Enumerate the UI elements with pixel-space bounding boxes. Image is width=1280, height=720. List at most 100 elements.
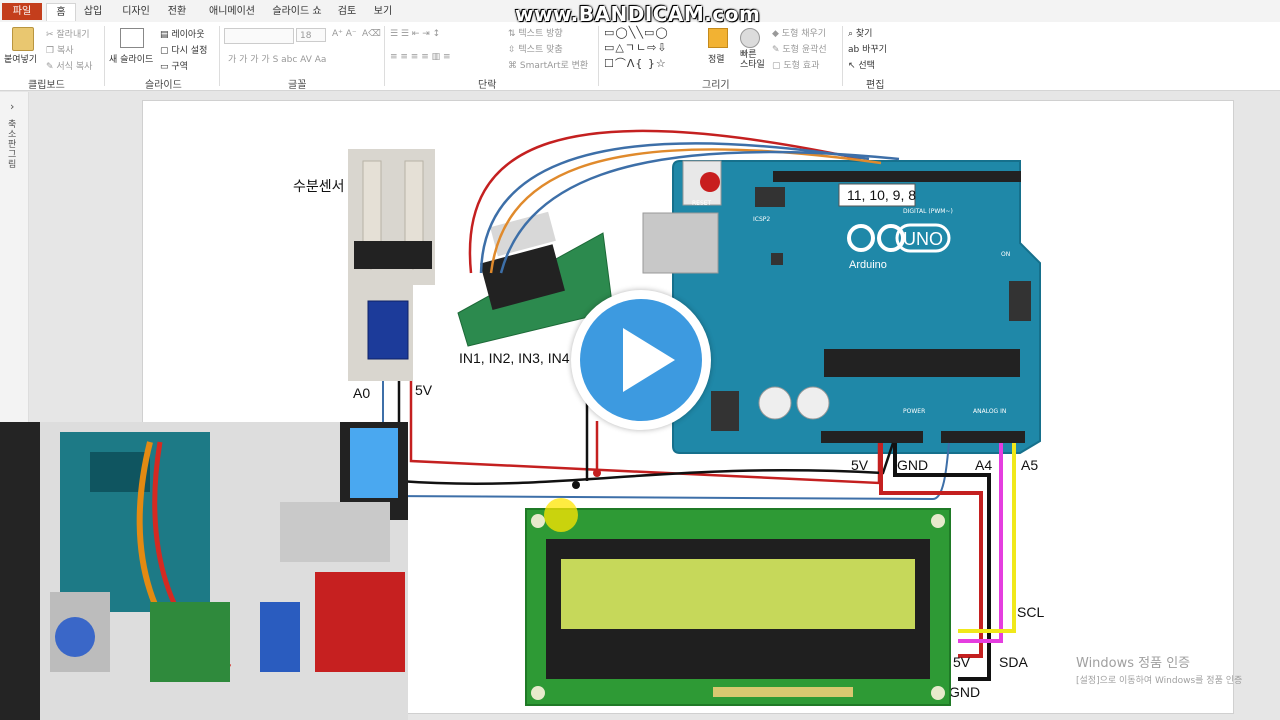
power-label: POWER bbox=[903, 408, 925, 415]
align-text-icon: ⇳ bbox=[508, 45, 519, 55]
divider bbox=[842, 26, 843, 86]
tab-animations[interactable]: 애니메이션 bbox=[204, 3, 260, 20]
shape-effects-button[interactable]: ▢ 도형 효과 bbox=[772, 58, 819, 71]
microcontroller-chip bbox=[824, 349, 1020, 377]
power-gnd-label: GND bbox=[897, 457, 928, 473]
capacitor bbox=[758, 386, 792, 420]
arrange-button[interactable]: 정렬 bbox=[708, 52, 725, 65]
on-label: ON bbox=[1001, 251, 1010, 258]
windows-activation-notice: Windows 정품 인증 [설정]으로 이동하여 Windows를 정품 인증 bbox=[1076, 652, 1242, 686]
scissors-icon: ✂ bbox=[46, 30, 57, 40]
pen-icon: ✎ bbox=[772, 45, 783, 55]
divider bbox=[104, 26, 105, 86]
tab-review[interactable]: 검토 bbox=[334, 3, 360, 20]
arduino-label: Arduino bbox=[849, 259, 887, 271]
uno-label: UNO bbox=[903, 229, 943, 249]
digital-label: DIGITAL (PWM~) bbox=[903, 208, 953, 215]
junction-dot bbox=[593, 469, 601, 477]
new-slide-button[interactable]: 새 슬라이드 bbox=[109, 52, 153, 65]
driver-inputs-label: IN1, IN2, IN3, IN4 bbox=[459, 350, 570, 366]
replace-button[interactable]: ab 바꾸기 bbox=[848, 42, 887, 55]
tab-design[interactable]: 디자인 bbox=[118, 3, 154, 20]
new-slide-icon[interactable] bbox=[120, 28, 144, 48]
quick-styles-icon[interactable] bbox=[740, 28, 760, 48]
editing-group-label: 편집 bbox=[866, 80, 885, 91]
divider bbox=[219, 26, 220, 86]
scl-label: SCL bbox=[1017, 604, 1044, 620]
tab-slideshow[interactable]: 슬라이드 쇼 bbox=[268, 3, 326, 20]
shape-outline-button[interactable]: ✎ 도형 윤곽선 bbox=[772, 42, 827, 55]
moisture-sensor-label: 수분센서 bbox=[293, 178, 345, 194]
select-button[interactable]: ↖ 선택 bbox=[848, 58, 875, 71]
shapes-gallery[interactable]: ▭◯╲╲▭◯ ▭△ㄱㄴ⇨⇩ ☐⌒ᐱ{ }☆ bbox=[604, 26, 669, 71]
tab-transitions[interactable]: 전환 bbox=[164, 3, 190, 20]
section-icon: ▭ bbox=[160, 62, 172, 72]
list-icons[interactable]: ☰ ☰ ⇤ ⇥ ↕ bbox=[390, 29, 440, 39]
lcd-gnd-label: GND bbox=[949, 684, 980, 700]
cut-button[interactable]: ✂ 잘라내기 bbox=[46, 27, 90, 40]
divider bbox=[598, 26, 599, 86]
reset-button[interactable]: ▢ 다시 설정 bbox=[160, 43, 207, 56]
layout-icon: ▤ bbox=[160, 30, 172, 40]
play-button[interactable] bbox=[571, 290, 711, 430]
align-icons[interactable]: ≡ ≡ ≡ ≡ ▥ ≡ bbox=[390, 52, 451, 62]
layout-button[interactable]: ▤ 레이아웃 bbox=[160, 27, 205, 40]
slides-group-label: 슬라이드 bbox=[145, 80, 182, 91]
a0-label: A0 bbox=[353, 385, 370, 401]
small-chip bbox=[771, 253, 783, 265]
tab-file[interactable]: 파일 bbox=[2, 3, 42, 20]
copy-button[interactable]: ❐ 복사 bbox=[46, 43, 74, 56]
tab-home[interactable]: 홈 bbox=[46, 3, 76, 21]
smartart-button[interactable]: ⌘ SmartArt로 변환 bbox=[508, 58, 588, 71]
power-header bbox=[821, 431, 923, 443]
sda-label: SDA bbox=[999, 654, 1028, 670]
font-size-box[interactable]: 18 bbox=[296, 28, 326, 42]
power-jack bbox=[711, 391, 739, 431]
reset-icon bbox=[700, 172, 720, 192]
shape-fill-button[interactable]: ◆ 도형 채우기 bbox=[772, 26, 826, 39]
lcd-5v-label: 5V bbox=[953, 654, 971, 670]
format-painter-button[interactable]: ✎ 서식 복사 bbox=[46, 59, 92, 72]
icsp-header bbox=[1009, 281, 1031, 321]
align-text-button[interactable]: ⇳ 텍스트 맞춤 bbox=[508, 42, 563, 55]
analog-header bbox=[941, 431, 1025, 443]
driver-photo bbox=[150, 602, 230, 682]
paragraph-group-label: 단락 bbox=[478, 80, 497, 91]
brush-icon: ✎ bbox=[46, 62, 57, 72]
find-button[interactable]: ⌕ 찾기 bbox=[848, 26, 872, 39]
paint-bucket-icon: ◆ bbox=[772, 29, 782, 39]
analog-label: ANALOG IN bbox=[973, 408, 1006, 415]
tab-insert[interactable]: 삽입 bbox=[80, 3, 106, 20]
font-name-box[interactable] bbox=[224, 28, 294, 44]
font-grow-icon[interactable]: A⁺ A⁻ bbox=[332, 29, 357, 39]
activation-title: Windows 정품 인증 bbox=[1076, 656, 1191, 671]
moisture-sensor bbox=[348, 149, 435, 381]
usb-port bbox=[642, 212, 719, 274]
reset-icon: ▢ bbox=[160, 46, 172, 56]
copy-icon: ❐ bbox=[46, 46, 57, 56]
drawing-group-label: 그리기 bbox=[702, 80, 730, 91]
motor-driver-photo bbox=[315, 572, 405, 672]
font-style-icons[interactable]: 가 가 가 가 S abc AV Aa bbox=[228, 52, 326, 65]
power-5v-label: 5V bbox=[851, 457, 869, 473]
thumbnail-pane: › 축소판 그림 bbox=[0, 92, 29, 422]
cursor-icon: ↖ bbox=[848, 61, 859, 71]
section-button[interactable]: ▭ 구역 bbox=[160, 59, 188, 72]
paste-icon[interactable] bbox=[12, 27, 34, 51]
arrange-icon[interactable] bbox=[708, 28, 728, 48]
quick-styles-button[interactable]: 빠른 스타일 bbox=[740, 50, 766, 70]
paste-button[interactable]: 붙여넣기 bbox=[4, 52, 37, 65]
tab-view[interactable]: 보기 bbox=[370, 3, 396, 20]
clear-format-icon[interactable]: A⌫ bbox=[362, 29, 381, 39]
play-icon bbox=[623, 328, 675, 392]
expand-chevron-icon[interactable]: › bbox=[10, 100, 14, 113]
divider bbox=[384, 26, 385, 86]
thumbnail-pane-label: 축소판 그림 bbox=[8, 120, 17, 170]
text-direction-button[interactable]: ⇅ 텍스트 방향 bbox=[508, 26, 563, 39]
icsp2-header bbox=[755, 187, 785, 207]
icsp2-label: ICSP2 bbox=[753, 216, 770, 223]
smartart-icon: ⌘ bbox=[508, 61, 520, 71]
capacitor bbox=[796, 386, 830, 420]
bandicam-watermark: www.BANDICAM.com bbox=[515, 2, 761, 26]
servo-photo bbox=[260, 602, 300, 672]
